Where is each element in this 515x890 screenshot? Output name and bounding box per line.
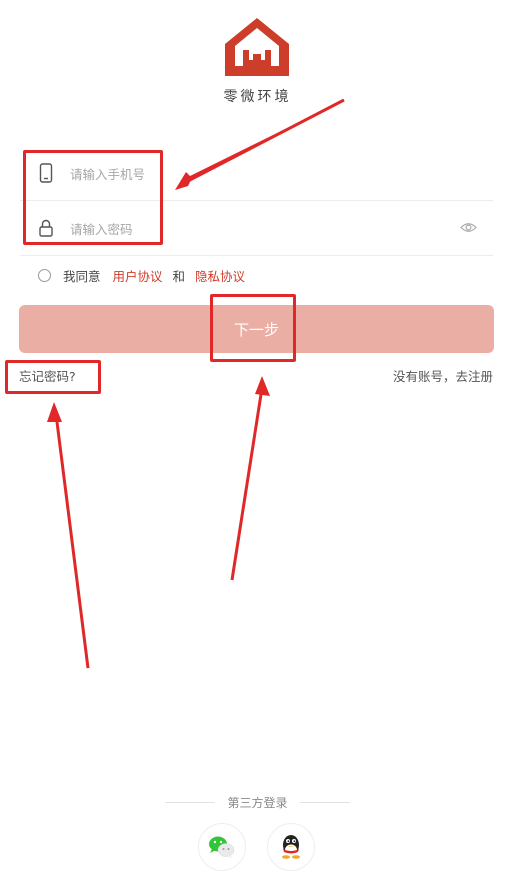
- annotation-arrow-next-head: [255, 376, 270, 396]
- annotation-box-next: [210, 294, 296, 362]
- annotation-box-forgot: [5, 360, 101, 394]
- annotation-arrow-next-line: [230, 387, 264, 581]
- qq-icon: [282, 835, 300, 859]
- house-logo-icon: [225, 18, 289, 76]
- wechat-login-button[interactable]: [198, 823, 246, 871]
- privacy-policy-link[interactable]: 隐私协议: [195, 266, 245, 285]
- user-agreement-link[interactable]: 用户协议: [113, 266, 163, 285]
- third-party-title: 第三方登录: [227, 796, 288, 810]
- annotation-box-form: [23, 150, 163, 245]
- annotation-arrow-forgot-line: [54, 413, 90, 669]
- register-link[interactable]: 没有账号，去注册: [393, 366, 493, 385]
- third-party-header: 第三方登录: [0, 794, 515, 811]
- agree-and: 和: [172, 268, 186, 284]
- eye-icon[interactable]: [460, 221, 477, 234]
- agreement-row: 我同意 用户协议 和 隐私协议: [38, 265, 245, 285]
- brand-name: 零微环境: [223, 89, 292, 105]
- wechat-icon: [209, 836, 235, 858]
- agree-prefix: 我同意: [63, 268, 101, 284]
- annotation-arrow-forgot-head: [47, 402, 62, 422]
- annotation-arrows: [47, 98, 345, 669]
- qq-login-button[interactable]: [267, 823, 315, 871]
- divider-right: [299, 802, 350, 803]
- agree-radio[interactable]: [38, 268, 51, 282]
- login-page: 零微环境 我同意 用户协议 和 隐私协议 下一步 忘记密码? 没有账号，去注册: [0, 0, 515, 890]
- divider-left: [165, 802, 216, 803]
